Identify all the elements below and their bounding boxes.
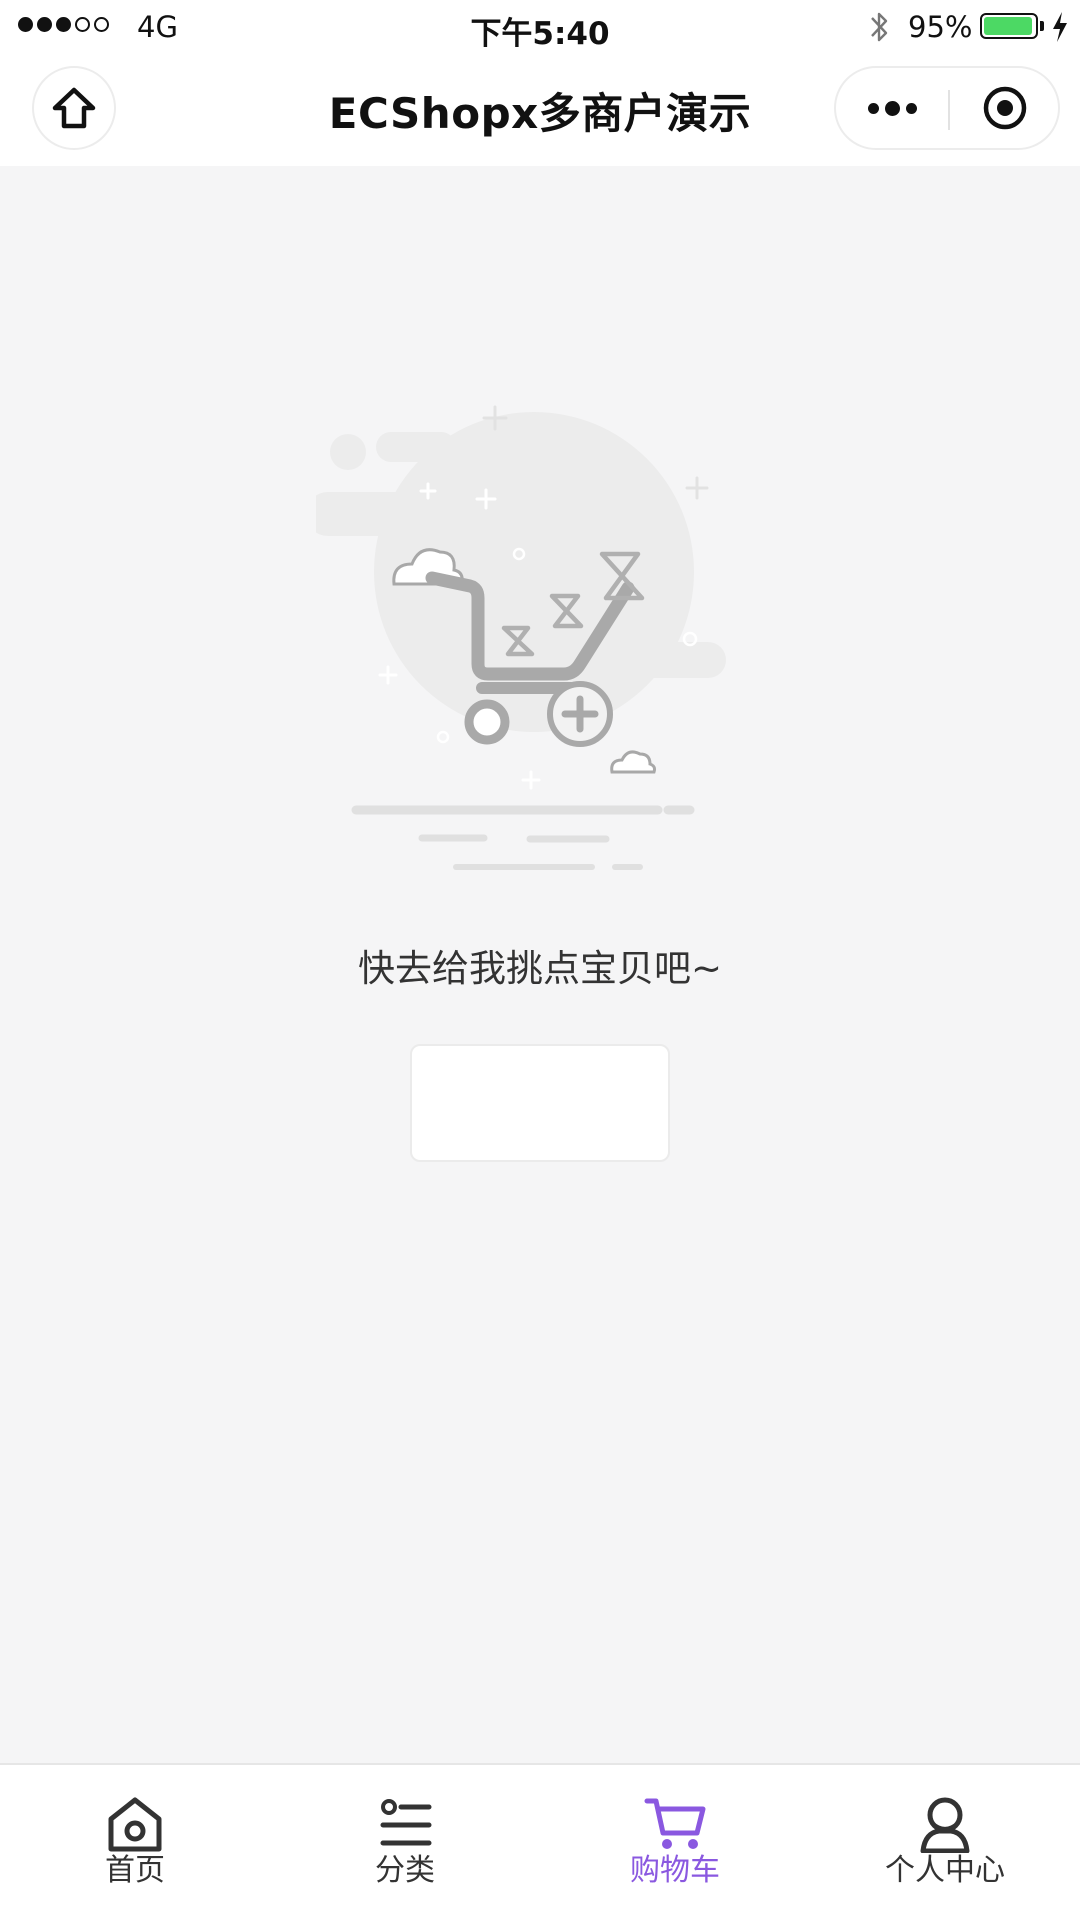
empty-cart-message: 快去给我挑点宝贝吧~: [357, 947, 722, 990]
tab-cart[interactable]: 购物车: [540, 1765, 810, 1920]
tab-home-label: 首页: [105, 1853, 165, 1888]
battery-percent: 95%: [908, 10, 973, 44]
close-mini-program-button[interactable]: [950, 68, 1060, 148]
empty-cart-illustration: [316, 405, 726, 870]
mini-program-capsule: [834, 66, 1060, 150]
tab-cart-label: 购物车: [630, 1853, 720, 1888]
go-shopping-button[interactable]: [410, 1044, 670, 1162]
user-icon: [920, 1797, 970, 1853]
battery-cap: [1040, 21, 1044, 31]
tab-home[interactable]: 首页: [0, 1765, 270, 1920]
battery-level-fill: [984, 17, 1032, 35]
tab-profile-label: 个人中心: [885, 1853, 1005, 1888]
battery-icon: [980, 13, 1038, 39]
category-list-icon: [380, 1799, 432, 1846]
tab-profile[interactable]: 个人中心: [810, 1765, 1080, 1920]
more-options-button[interactable]: [836, 68, 948, 148]
charging-icon: [1053, 12, 1067, 42]
tab-category[interactable]: 分类: [270, 1765, 540, 1920]
home-icon: [108, 1797, 162, 1852]
target-close-icon: [983, 86, 1027, 130]
tab-category-label: 分类: [375, 1853, 435, 1888]
cart-icon: [644, 1798, 706, 1849]
tab-bar: 首页 分类 购物车 个人中心: [0, 1763, 1080, 1920]
bluetooth-icon: [871, 12, 888, 42]
navigation-bar: ECShopx多商户演示: [0, 54, 1080, 166]
status-bar: 4G 下午5:40 95%: [0, 0, 1080, 54]
